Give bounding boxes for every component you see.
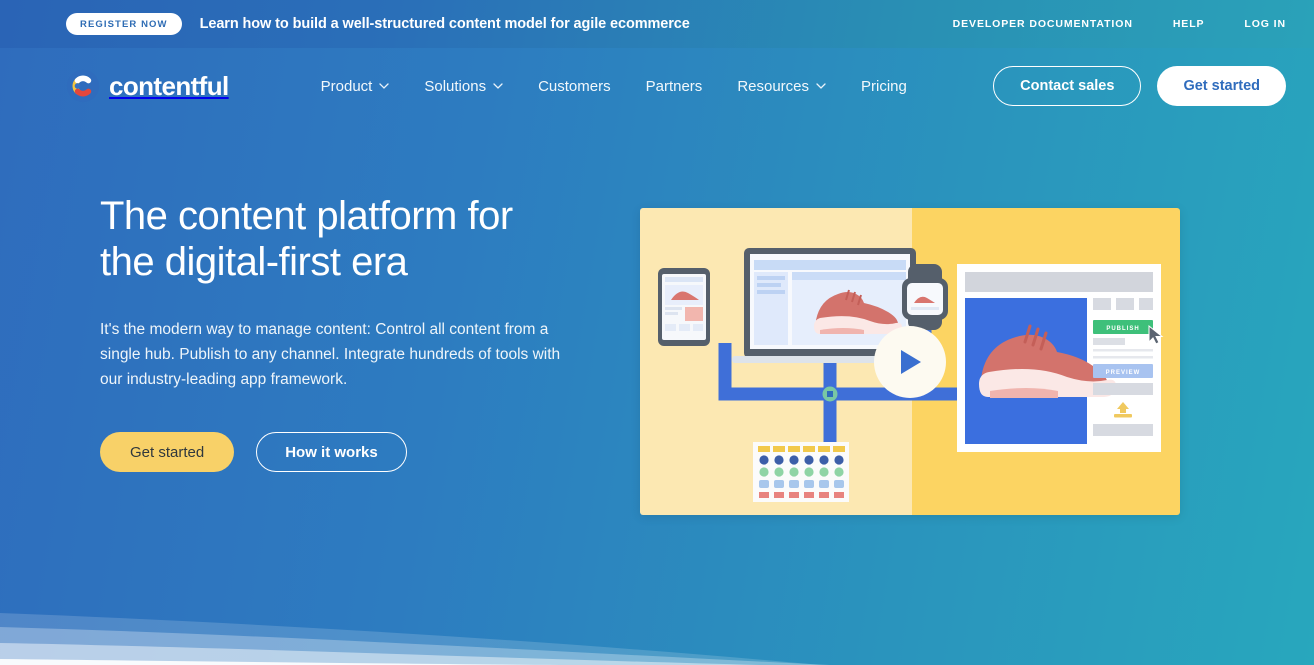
header-get-started-button[interactable]: Get started <box>1157 66 1286 106</box>
link-log-in[interactable]: LOG IN <box>1244 18 1286 30</box>
contentful-logo-link[interactable]: contentful <box>66 69 229 103</box>
announcement-links: DEVELOPER DOCUMENTATION HELP LOG IN <box>953 18 1286 30</box>
nav-item-resources[interactable]: Resources <box>735 72 828 101</box>
nav-item-label: Product <box>320 77 373 95</box>
hero-title-line-2: the digital-first era <box>100 240 408 284</box>
nav-item-label: Solutions <box>424 77 487 95</box>
contact-sales-button[interactable]: Contact sales <box>993 66 1142 106</box>
nav-item-pricing[interactable]: Pricing <box>859 72 909 101</box>
announcement-message: Learn how to build a well-structured con… <box>199 16 690 32</box>
how-it-works-button[interactable]: How it works <box>256 432 407 472</box>
nav-item-product[interactable]: Product <box>319 72 392 101</box>
nav-item-solutions[interactable]: Solutions <box>422 72 505 101</box>
hero-cta-group: Get started How it works <box>100 432 620 472</box>
contentful-logo-icon <box>66 69 100 103</box>
nav-item-customers[interactable]: Customers <box>536 72 613 101</box>
hero-section: The content platform for the digital-fir… <box>0 124 1314 472</box>
site-header: contentful Product Solutions Customers P… <box>0 48 1314 124</box>
nav-item-partners[interactable]: Partners <box>644 72 705 101</box>
hero-copy: The content platform for the digital-fir… <box>100 186 620 472</box>
chevron-down-icon <box>379 83 390 89</box>
header-cta-group: Contact sales Get started <box>993 66 1286 106</box>
hero-title-line-1: The content platform for <box>100 194 513 238</box>
landing-page: REGISTER NOW Learn how to build a well-s… <box>0 0 1314 665</box>
bottom-wave-decoration <box>0 613 1314 665</box>
nav-item-label: Pricing <box>861 77 907 95</box>
logo-wordmark: contentful <box>109 70 229 101</box>
nav-item-label: Resources <box>737 77 810 95</box>
link-developer-documentation[interactable]: DEVELOPER DOCUMENTATION <box>953 18 1133 30</box>
hero-subtitle: It's the modern way to manage content: C… <box>100 321 561 388</box>
link-help[interactable]: HELP <box>1173 18 1205 30</box>
chevron-down-icon <box>493 83 503 89</box>
chevron-down-icon <box>816 83 826 89</box>
hero-get-started-button[interactable]: Get started <box>100 432 235 472</box>
register-now-pill[interactable]: REGISTER NOW <box>66 13 182 35</box>
announcement-bar: REGISTER NOW Learn how to build a well-s… <box>0 0 1314 48</box>
nav-item-label: Partners <box>645 77 703 95</box>
main-nav: Product Solutions Customers Partners Res… <box>319 72 909 101</box>
hero-title: The content platform for the digital-fir… <box>100 193 620 285</box>
nav-item-label: Customers <box>538 77 611 95</box>
